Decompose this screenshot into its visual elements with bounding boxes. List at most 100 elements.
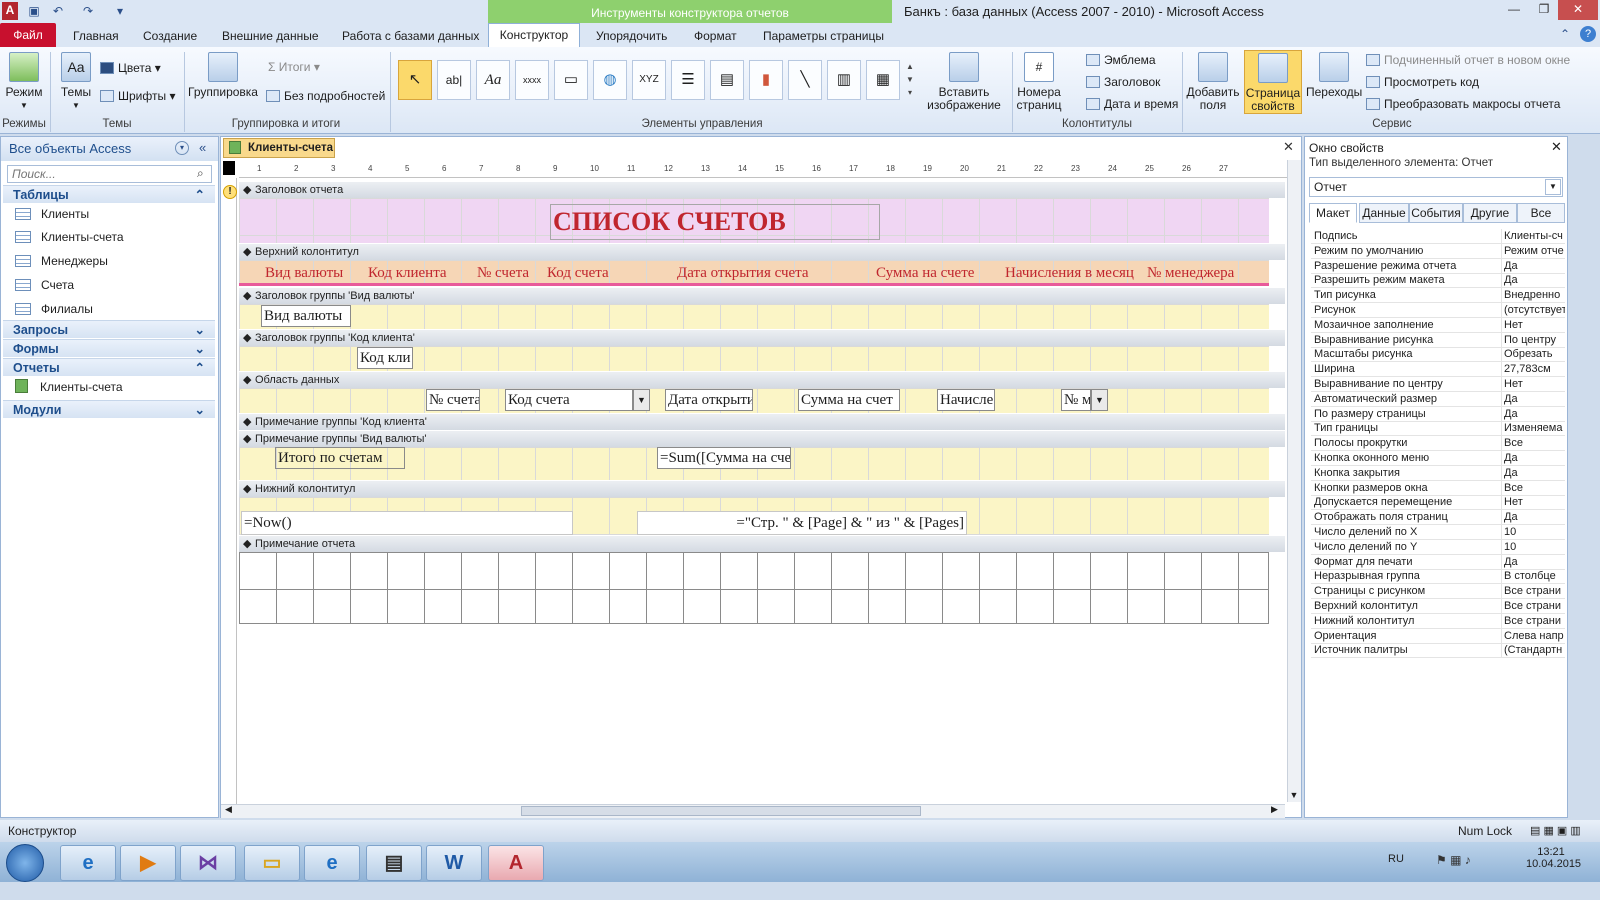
warning-icon[interactable]: !	[223, 185, 237, 199]
report-title-label[interactable]: СПИСОК СЧЕТОВ	[550, 204, 880, 240]
section-detail[interactable]: ◆ Область данных	[239, 372, 1285, 388]
column-header-label[interactable]: Сумма на счете	[876, 263, 974, 283]
nav-item-report[interactable]: Клиенты-счета	[15, 378, 123, 396]
column-header-label[interactable]: Вид валюты	[265, 263, 343, 283]
vertical-scrollbar[interactable]	[1287, 160, 1301, 802]
property-row[interactable]: Тип границы Изменяема	[1311, 421, 1565, 437]
page-numbers-button[interactable]: # Номера страниц	[1014, 52, 1064, 112]
property-value[interactable]: Да	[1501, 465, 1565, 480]
property-row[interactable]: Полосы прокрутки Все	[1311, 436, 1565, 452]
nav-category-queries[interactable]: Запросы ⌄	[3, 320, 215, 338]
dropdown-arrow-icon[interactable]: ▼	[1091, 389, 1108, 411]
combo-tool-icon[interactable]: ▦	[866, 60, 900, 100]
taskbar-visual-studio-icon[interactable]: ⋈	[180, 845, 236, 881]
view-button[interactable]: Режим ▼	[2, 52, 46, 112]
property-row[interactable]: Кнопка закрытия Да	[1311, 465, 1565, 481]
property-value[interactable]: В столбце	[1501, 569, 1565, 584]
property-value[interactable]: Все страни	[1501, 584, 1565, 599]
scroll-down-icon[interactable]: ▼	[1287, 788, 1301, 802]
property-row[interactable]: Верхний колонтитул Все страни	[1311, 599, 1565, 614]
property-row[interactable]: Выравнивание по центру Нет	[1311, 377, 1565, 392]
property-row[interactable]: По размеру страницы Да	[1311, 406, 1565, 422]
property-value[interactable]: По центру	[1501, 332, 1565, 347]
property-row[interactable]: Неразрывная группа В столбце	[1311, 569, 1565, 585]
section-page-header[interactable]: ◆ Верхний колонтитул	[239, 244, 1285, 260]
property-row[interactable]: Автоматический размер Да	[1311, 391, 1565, 407]
property-value[interactable]: Да	[1501, 510, 1565, 525]
band-report-footer[interactable]	[239, 552, 1269, 624]
help-icon[interactable]: ?	[1580, 26, 1596, 42]
nav-category-tables[interactable]: Таблицы ⌃	[3, 185, 215, 203]
property-value[interactable]: Да	[1501, 391, 1565, 406]
property-value[interactable]: (отсутствует	[1501, 303, 1565, 317]
tab-home[interactable]: Главная	[73, 26, 119, 46]
hide-details-button[interactable]: Без подробностей	[266, 89, 385, 103]
nav-item-table[interactable]: Клиенты-счета	[15, 228, 124, 246]
currency-field[interactable]: Вид валюты	[261, 305, 351, 327]
web-browser-tool-icon[interactable]: XYZ	[632, 60, 666, 100]
taskbar-explorer-icon[interactable]: ▭	[244, 845, 300, 881]
nav-item-table[interactable]: Менеджеры	[15, 252, 108, 270]
chart-tool-icon[interactable]: ▮	[749, 60, 783, 100]
redo-icon[interactable]: ↷	[80, 3, 96, 19]
property-row[interactable]: Разрешение режима отчета Да	[1311, 258, 1565, 274]
column-header-label[interactable]: № менеджера	[1147, 263, 1265, 283]
dropdown-arrow-icon[interactable]: ▼	[633, 389, 650, 411]
detail-combo[interactable]: № м	[1061, 389, 1091, 411]
add-fields-button[interactable]: Добавить поля	[1186, 52, 1240, 112]
navigation-tool-icon[interactable]: ☰	[671, 60, 705, 100]
grouping-button[interactable]: Группировка	[188, 52, 258, 99]
column-header-label[interactable]: Начисления в месяц	[1005, 263, 1134, 283]
property-row[interactable]: Подпись Клиенты-сч	[1311, 229, 1565, 244]
property-value[interactable]: Все страни	[1501, 599, 1565, 613]
property-value[interactable]: Да	[1501, 406, 1565, 421]
property-row[interactable]: Масштабы рисунка Обрезать	[1311, 347, 1565, 363]
clock[interactable]: 13:21 10.04.2015	[1526, 846, 1581, 870]
property-row[interactable]: Мозаичное заполнение Нет	[1311, 317, 1565, 333]
property-value[interactable]: Все	[1501, 480, 1565, 495]
close-property-sheet-icon[interactable]: ✕	[1551, 139, 1562, 155]
taskbar-ie2-icon[interactable]: e	[304, 845, 360, 881]
view-switch-icons[interactable]: ▤ ▦ ▣ ▥	[1530, 820, 1581, 842]
title-button[interactable]: Заголовок	[1086, 75, 1160, 89]
close-document-icon[interactable]: ✕	[1283, 139, 1294, 155]
section-page-footer[interactable]: ◆ Нижний колонтитул	[239, 481, 1285, 497]
themes-button[interactable]: Aa Темы ▼	[56, 52, 96, 112]
prop-tab-other[interactable]: Другие	[1463, 203, 1517, 223]
property-value[interactable]: 27,783см	[1501, 362, 1565, 377]
nav-search-input[interactable]	[7, 165, 212, 183]
save-icon[interactable]: ▣	[26, 3, 42, 19]
select-tool-icon[interactable]: ↖	[398, 60, 432, 100]
totals-button[interactable]: Σ Итоги ▾	[268, 60, 320, 74]
tab-arrange[interactable]: Упорядочить	[596, 26, 667, 46]
textbox-tool-icon[interactable]: ab|	[437, 60, 471, 100]
property-sheet-button[interactable]: Страница свойств	[1244, 50, 1302, 114]
section-group-currency-footer[interactable]: ◆ Примечание группы 'Вид валюты'	[239, 431, 1285, 447]
section-group-client-footer[interactable]: ◆ Примечание группы 'Код клиента'	[239, 414, 1285, 430]
nav-item-table[interactable]: Счета	[15, 276, 74, 294]
property-row[interactable]: Ширина 27,783см	[1311, 362, 1565, 378]
undo-icon[interactable]: ↶	[50, 3, 66, 19]
prop-tab-layout[interactable]: Макет	[1309, 203, 1357, 223]
property-row[interactable]: Число делений по Y 10	[1311, 539, 1565, 555]
access-app-icon[interactable]: A	[2, 2, 18, 20]
taskbar-access-icon[interactable]: A	[488, 845, 544, 881]
property-value[interactable]: Клиенты-сч	[1501, 229, 1565, 243]
property-row[interactable]: Страницы с рисунком Все страни	[1311, 584, 1565, 600]
column-header-label[interactable]: № счета	[477, 263, 529, 283]
object-selector[interactable]: Отчет ▼	[1309, 177, 1563, 197]
property-row[interactable]: Режим по умолчанию Режим отче	[1311, 243, 1565, 259]
detail-field[interactable]: Начисле	[937, 389, 995, 411]
detail-field[interactable]: № счета	[426, 389, 480, 411]
property-row[interactable]: Разрешить режим макета Да	[1311, 273, 1565, 289]
property-row[interactable]: Кнопки размеров окна Все	[1311, 480, 1565, 496]
label-tool-icon[interactable]: Aa	[476, 60, 510, 100]
page-break-tool-icon[interactable]: ▥	[827, 60, 861, 100]
minimize-icon[interactable]: —	[1500, 0, 1528, 20]
start-button-icon[interactable]	[6, 844, 44, 882]
property-row[interactable]: Допускается перемещение Нет	[1311, 495, 1565, 511]
property-value[interactable]: Все страни	[1501, 613, 1565, 628]
taskbar-notepad-icon[interactable]: ▤	[366, 845, 422, 881]
totals-expression-field[interactable]: =Sum([Сумма на сче	[657, 447, 791, 469]
column-header-label[interactable]: Код клиента	[368, 263, 447, 283]
